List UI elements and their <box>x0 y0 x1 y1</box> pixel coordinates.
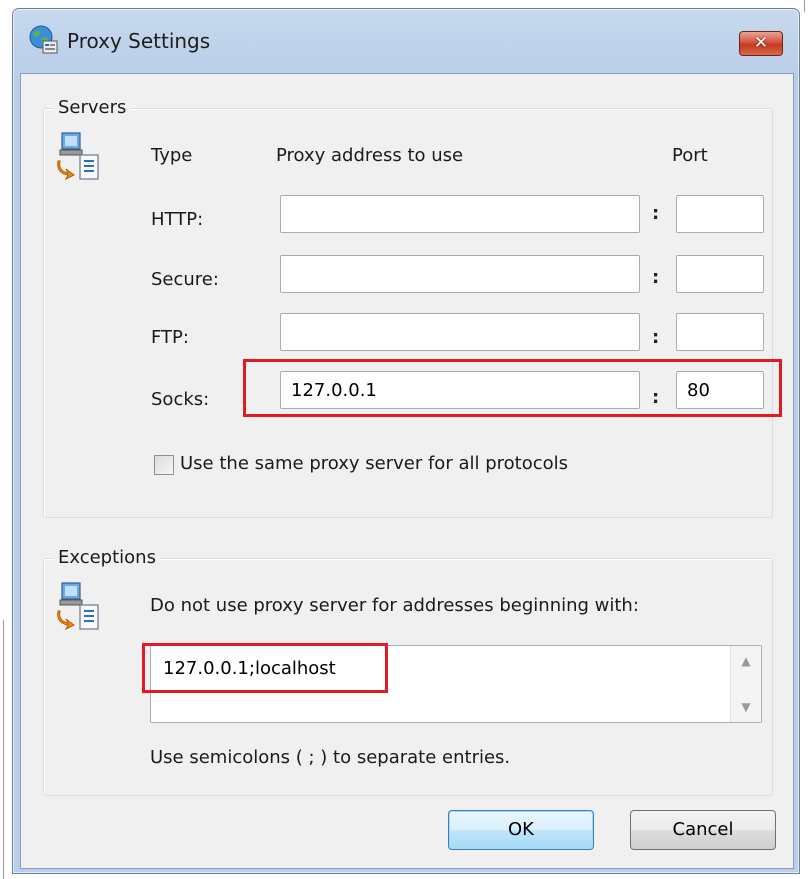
servers-group-label: Servers <box>54 97 131 118</box>
server-computer-icon <box>56 131 104 183</box>
same-proxy-checkbox[interactable] <box>154 455 174 475</box>
secure-address-input[interactable] <box>280 255 640 293</box>
ftp-label: FTP: <box>151 327 189 348</box>
exceptions-value: 127.0.0.1;localhost <box>163 658 336 679</box>
exceptions-hint: Use semicolons ( ; ) to separate entries… <box>150 747 511 768</box>
cancel-button[interactable]: Cancel <box>630 810 776 850</box>
background-edge-line <box>3 620 4 879</box>
ok-button[interactable]: OK <box>448 810 594 850</box>
http-address-input[interactable] <box>280 195 640 233</box>
ftp-port-input[interactable] <box>676 313 764 351</box>
proxy-settings-dialog: Proxy Settings ✕ Servers Type Proxy addr… <box>12 8 800 874</box>
exceptions-group: Exceptions Do not use proxy server for a… <box>43 547 773 796</box>
http-label: HTTP: <box>151 209 204 230</box>
background-edge-line-right <box>804 0 805 12</box>
servers-group: Servers Type Proxy address to use Port H… <box>43 97 782 518</box>
socks-address-input[interactable] <box>280 371 640 409</box>
ftp-colon: : <box>652 327 660 348</box>
ftp-address-input[interactable] <box>280 313 640 351</box>
socks-port-input[interactable] <box>676 371 764 409</box>
scroll-up-arrow-icon[interactable]: ▲ <box>731 654 761 668</box>
http-port-input[interactable] <box>676 195 764 233</box>
address-column-header: Proxy address to use <box>276 145 464 166</box>
exceptions-textarea[interactable]: 127.0.0.1;localhost ▲ ▼ <box>150 645 762 723</box>
http-colon: : <box>652 203 660 224</box>
exceptions-computer-icon <box>56 581 104 633</box>
close-button[interactable]: ✕ <box>739 31 783 56</box>
secure-label: Secure: <box>151 269 219 290</box>
socks-colon: : <box>652 387 660 408</box>
secure-port-input[interactable] <box>676 255 764 293</box>
window-title: Proxy Settings <box>67 29 211 53</box>
exceptions-scrollbar[interactable]: ▲ ▼ <box>730 646 761 722</box>
socks-label: Socks: <box>151 389 210 410</box>
port-column-header: Port <box>672 145 708 166</box>
scroll-down-arrow-icon[interactable]: ▼ <box>731 700 761 714</box>
exceptions-group-label: Exceptions <box>54 547 160 568</box>
dialog-client-area: Servers Type Proxy address to use Port H… <box>20 73 794 869</box>
exceptions-instruction: Do not use proxy server for addresses be… <box>150 595 639 616</box>
globe-network-icon <box>27 23 59 55</box>
type-column-header: Type <box>151 145 193 166</box>
secure-colon: : <box>652 267 660 288</box>
same-proxy-label[interactable]: Use the same proxy server for all protoc… <box>180 453 568 474</box>
